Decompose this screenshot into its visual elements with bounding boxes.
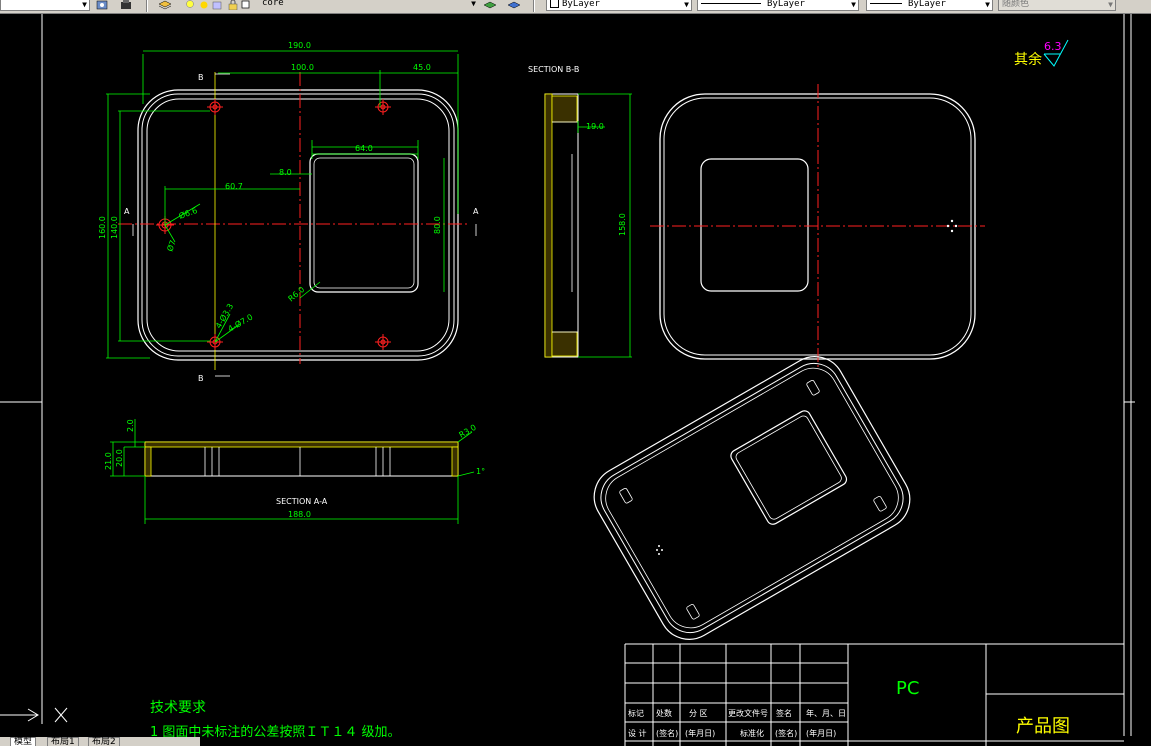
header-date: 年、月、日 xyxy=(806,708,846,718)
dim-phi-6-6: Ø6.6 xyxy=(177,205,198,221)
tech-requirements-title: 技术要求 xyxy=(150,700,206,716)
title-block-headers: 标记 处数 分 区 更改文件号 签名 年、月、日 设 计 (签名) (年月日) … xyxy=(628,708,846,738)
layer-previous-icon[interactable] xyxy=(507,0,521,10)
chevron-down-icon: ▼ xyxy=(851,0,856,9)
section-b-b-view[interactable]: SECTION B-B 19.0 158.0 xyxy=(528,65,632,358)
dim-100: 100.0 xyxy=(291,63,314,72)
section-b-b-label: SECTION B-B xyxy=(528,65,579,74)
label-b-bottom: B xyxy=(198,374,204,383)
label-a-right: A xyxy=(473,207,479,216)
dim-angle: 1° xyxy=(476,467,485,476)
header-change-doc: 更改文件号 xyxy=(728,708,768,718)
tab-model[interactable]: 模型 xyxy=(10,737,37,746)
color-control[interactable]: ByLayer ▼ xyxy=(546,0,692,11)
chevron-down-icon: ▼ xyxy=(1108,0,1113,9)
header-mark: 标记 xyxy=(628,708,644,718)
lightbulb-icon[interactable] xyxy=(185,0,197,10)
freeze-icon[interactable] xyxy=(212,0,224,10)
layer-stack-icon[interactable] xyxy=(158,0,172,10)
header-zone: 分 区 xyxy=(689,709,708,718)
dim-190: 190.0 xyxy=(288,41,311,50)
layer-name: core xyxy=(262,0,284,8)
lock-icon[interactable] xyxy=(228,0,240,11)
dim-80: 80.0 xyxy=(433,216,442,234)
layer-dropdown-prev[interactable]: ▼ xyxy=(0,0,90,11)
isometric-view[interactable] xyxy=(583,346,920,651)
material-label: PC xyxy=(896,678,919,699)
product-label: 产品图 xyxy=(1016,716,1070,737)
dim-19: 19.0 xyxy=(586,122,604,131)
chevron-down-icon: ▼ xyxy=(82,0,87,9)
label-a-left: A xyxy=(124,207,130,216)
dim-8: 8.0 xyxy=(279,168,292,177)
make-current-layer-icon[interactable] xyxy=(483,0,497,10)
lineweight-control[interactable]: ByLayer ▼ xyxy=(866,0,993,11)
drawing-canvas[interactable]: 190.0 100.0 45.0 64.0 8.0 60.7 80.0 160.… xyxy=(0,14,1151,746)
dim-45: 45.0 xyxy=(413,63,431,72)
section-a-a-label: SECTION A-A xyxy=(276,497,328,506)
header-sign: 签名 xyxy=(776,708,792,718)
header-count: 处数 xyxy=(656,708,672,718)
row-design-sign: (签名) xyxy=(656,728,678,738)
color-swatch xyxy=(550,0,559,8)
roughness-value: 6.3 xyxy=(1044,40,1062,53)
chevron-down-icon: ▼ xyxy=(471,0,476,8)
dim-r3: R3.0 xyxy=(458,423,478,440)
ucs-icon xyxy=(0,707,68,723)
section-a-a-view[interactable]: 2.0 21.0 20.0 188.0 R3.0 1° SECTION A-A xyxy=(104,419,485,524)
properties-toolbar: ▼ core ▼ ByLayer ▼ ByLayer ▼ ByLayer ▼ 随… xyxy=(0,0,1151,14)
lineweight-sample xyxy=(870,3,902,4)
dim-140: 140.0 xyxy=(110,216,119,239)
sun-icon[interactable] xyxy=(199,0,211,10)
layer-manager-icon[interactable] xyxy=(96,0,108,10)
plotstyle-control[interactable]: 随颜色 ▼ xyxy=(998,0,1116,11)
row-design: 设 计 xyxy=(628,728,647,738)
linetype-sample xyxy=(701,3,761,4)
dim-158: 158.0 xyxy=(618,213,627,236)
row-standard-sign: (签名) xyxy=(775,728,797,738)
layout-tabs: 模型 布局1 布局2 xyxy=(0,737,200,746)
chevron-down-icon: ▼ xyxy=(684,0,689,9)
dim-21: 21.0 xyxy=(104,452,113,470)
dim-20: 20.0 xyxy=(115,449,124,467)
row-standard-date: (年月日) xyxy=(806,728,836,738)
dim-phi-7: Ø7 xyxy=(164,239,177,253)
row-standard: 标准化 xyxy=(740,728,764,738)
vertical-scrollbar[interactable] xyxy=(1135,14,1151,736)
roughness-prefix: 其余 xyxy=(1014,51,1042,68)
row-design-date: (年月日) xyxy=(685,728,715,738)
bottom-view[interactable] xyxy=(650,84,985,369)
tab-layout1[interactable]: 布局1 xyxy=(47,737,79,746)
dim-188: 188.0 xyxy=(288,510,311,519)
layer-state-icon[interactable] xyxy=(120,0,132,10)
top-view[interactable]: 190.0 100.0 45.0 64.0 8.0 60.7 80.0 160.… xyxy=(98,41,479,383)
layer-dropdown[interactable]: core ▼ xyxy=(252,0,478,11)
chevron-down-icon: ▼ xyxy=(985,0,990,9)
surface-roughness-symbol: 其余 6.3 xyxy=(1014,39,1069,68)
label-b-top: B xyxy=(198,73,204,82)
dim-160: 160.0 xyxy=(98,216,107,239)
dim-64: 64.0 xyxy=(355,144,373,153)
linetype-control[interactable]: ByLayer ▼ xyxy=(697,0,859,11)
dim-2: 2.0 xyxy=(126,419,135,432)
tab-layout2[interactable]: 布局2 xyxy=(88,737,120,746)
dim-60-7: 60.7 xyxy=(225,182,243,191)
dim-r6: R6.0 xyxy=(287,285,307,304)
